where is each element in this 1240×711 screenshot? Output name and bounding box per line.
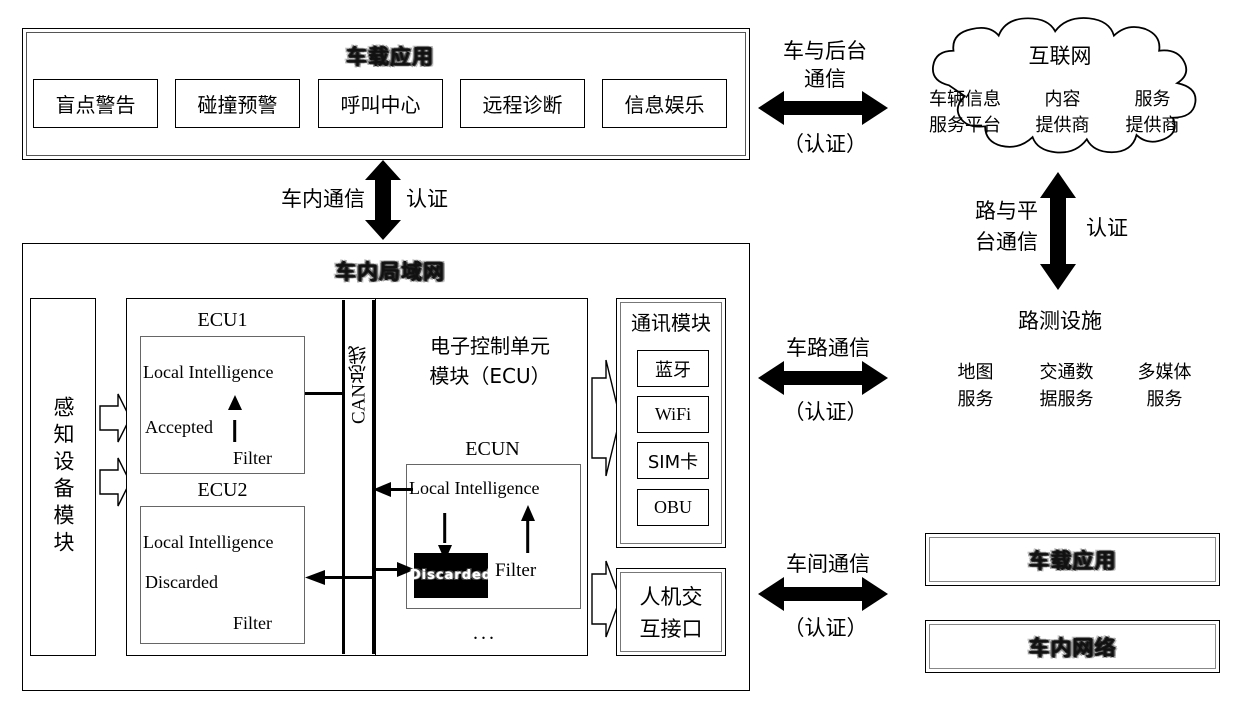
roadside-service-2-line2: 据服务 [1039, 389, 1094, 410]
roadside-service-2-line1: 交通数 [1039, 362, 1094, 383]
ecu-module-title-line2: 模块（ECU） [429, 363, 551, 388]
ecu2-local-intelligence: Local Intelligence [143, 532, 274, 552]
vehicle-vehicle-label-line1: 车间通信 [786, 552, 870, 576]
can-to-ecu2-arrow [305, 570, 375, 586]
vehicle-vehicle-label-line2: （认证） [783, 616, 868, 640]
ecu2-filter-label: Filter [233, 613, 272, 633]
app-box-remote-diagnosis[interactable]: 远程诊断 [460, 79, 585, 128]
ecu1-title: ECU1 [197, 308, 248, 331]
diagram-canvas: 车载应用 盲点警告 碰撞预警 呼叫中心 远程诊断 信息娱乐 车内通信 认证 车内… [0, 0, 1240, 711]
roadside-title: 路测设施 [1018, 309, 1102, 333]
ecu2-state-discarded: Discarded [145, 572, 218, 592]
road-platform-arrow [1035, 172, 1081, 290]
vehicle-backend-label-auth: （认证） [783, 132, 867, 156]
ecun-to-can-arrow [373, 482, 413, 498]
ecu1-to-can-line [305, 392, 345, 395]
internet-service-2-line1: 内容 [1044, 89, 1081, 110]
ecun-discarded-box: Discarded [410, 553, 491, 598]
ecu-module-ellipsis: ... [473, 622, 497, 644]
app-box-call-center[interactable]: 呼叫中心 [318, 79, 443, 128]
ecu1-filter-arrow [227, 395, 243, 445]
ecun-discarded-label: Discarded [409, 568, 493, 583]
ecun-filter-arrow [520, 505, 536, 555]
road-platform-label-auth: 认证 [1086, 216, 1128, 240]
vehicle-backend-label-line2: 通信 [804, 67, 846, 91]
roadside-service-3-line2: 服务 [1146, 389, 1183, 410]
vehicle-apps-title: 车载应用 [346, 45, 434, 69]
roadside-service-3-line1: 多媒体 [1137, 362, 1192, 383]
app-box-blind-spot[interactable]: 盲点警告 [33, 79, 158, 128]
vehicle-road-label-line2: （认证） [783, 400, 868, 424]
hmi-label-line2: 互接口 [639, 617, 703, 641]
comm-item-obu[interactable]: OBU [637, 489, 709, 526]
ecun-local-intelligence: Local Intelligence [409, 478, 540, 498]
ecu2-title: ECU2 [197, 478, 248, 501]
vehicle-backend-label-line1: 车与后台 [783, 39, 867, 63]
roadside-service-1-line1: 地图 [957, 362, 994, 383]
vehicle-backend-arrow [758, 88, 888, 128]
sensor-device-module-label: 感知设备模块 [51, 396, 75, 558]
peer-vehicle-apps-label: 车载应用 [1028, 548, 1117, 573]
vehicle-road-label-line1: 车路通信 [786, 336, 870, 360]
internet-service-3-line1: 服务 [1134, 89, 1171, 110]
comm-item-bluetooth[interactable]: 蓝牙 [637, 350, 709, 387]
can-bus-label: CAN总线 [348, 345, 370, 425]
intra-vehicle-label-left: 车内通信 [281, 187, 365, 211]
ecun-filter-label: Filter [495, 560, 537, 581]
hmi-label-line1: 人机交 [639, 585, 703, 609]
vehicle-road-arrow [758, 358, 888, 398]
comm-item-sim-card[interactable]: SIM卡 [637, 442, 709, 479]
intra-vehicle-arrow [360, 160, 406, 240]
peer-vehicle-network-label: 车内网络 [1028, 635, 1117, 660]
roadside-service-1-line2: 服务 [957, 389, 994, 410]
app-box-collision-warning[interactable]: 碰撞预警 [175, 79, 300, 128]
internet-service-2-line2: 提供商 [1035, 115, 1090, 136]
app-box-infotainment[interactable]: 信息娱乐 [602, 79, 727, 128]
ecun-title: ECUN [465, 437, 520, 460]
vehicle-vehicle-arrow [758, 574, 888, 614]
ecu-module-title-line1: 电子控制单元 [430, 333, 550, 358]
road-platform-label-line2: 台通信 [975, 230, 1038, 254]
comm-module-title: 通讯模块 [631, 310, 711, 335]
internet-service-1-line2: 服务平台 [929, 115, 1001, 136]
comm-item-wifi[interactable]: WiFi [637, 396, 709, 433]
internet-service-3-line2: 提供商 [1125, 115, 1180, 136]
internet-title: 互联网 [1028, 44, 1092, 68]
ecu1-local-intelligence: Local Intelligence [143, 362, 274, 382]
in-vehicle-lan-title: 车内局域网 [335, 260, 445, 284]
internet-service-1-line1: 车辆信息 [929, 89, 1001, 110]
road-platform-label-line1: 路与平 [975, 199, 1038, 223]
ecu1-filter-label: Filter [233, 448, 272, 468]
can-to-ecun-arrow [373, 562, 415, 578]
intra-vehicle-label-right: 认证 [406, 187, 448, 211]
